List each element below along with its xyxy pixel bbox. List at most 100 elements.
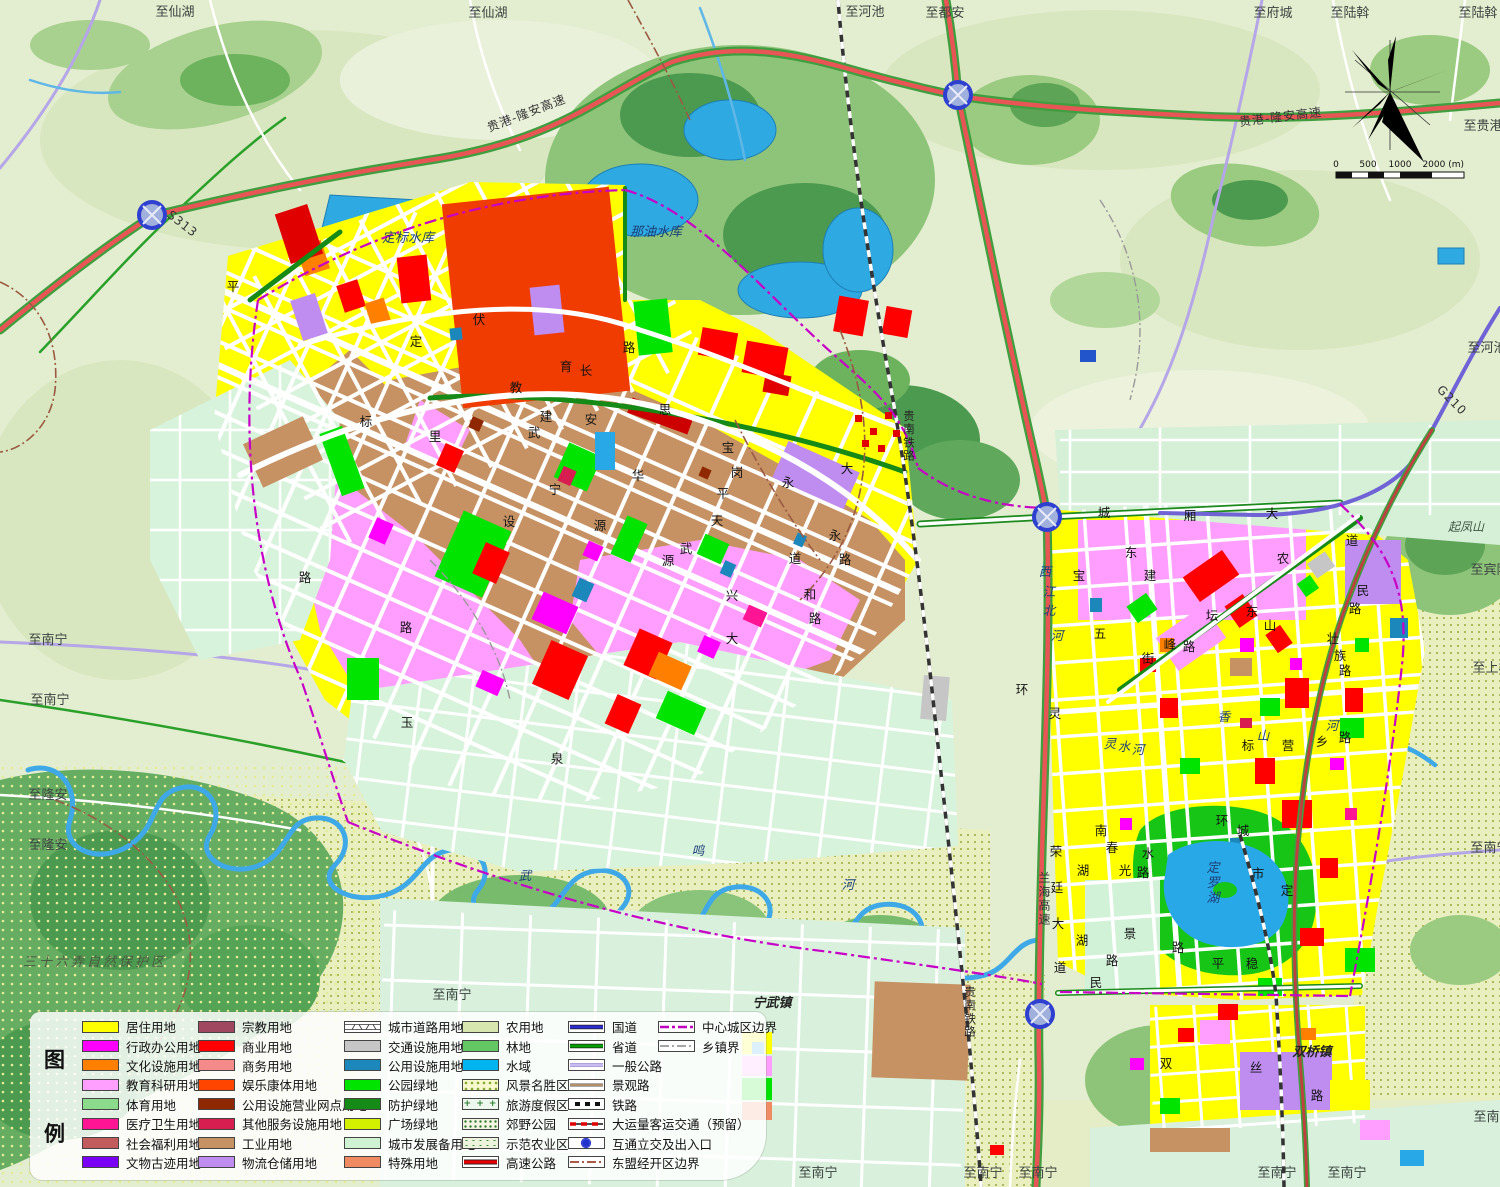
- legend-swatch-fill: [462, 1021, 499, 1033]
- legend-item: 广场绿地: [344, 1114, 476, 1133]
- legend-swatch-pattern: [462, 1118, 499, 1130]
- map-label: 道: [1054, 960, 1067, 975]
- map-label: 平: [227, 279, 240, 294]
- map-label: 路: [1311, 1088, 1324, 1103]
- legend-column: 宗教用地商业用地商务用地娱乐康体用地公用设施营业网点用地其他服务设施用地工业用地…: [198, 1017, 367, 1172]
- land-parcel: [833, 296, 869, 337]
- legend-swatch-fill: [198, 1156, 235, 1168]
- legend-swatch-fill: [344, 1040, 381, 1052]
- legend-item: 公用设施用地: [344, 1056, 476, 1075]
- land-parcel: [1290, 658, 1302, 670]
- legend-swatch-fill: [198, 1118, 235, 1130]
- map-label: 路: [839, 552, 852, 567]
- legend-item-label: 医疗卫生用地: [126, 1114, 201, 1133]
- map-label: 路: [1339, 730, 1352, 745]
- legend-item: 一般公路: [568, 1056, 750, 1075]
- legend-item-label: 娱乐康体用地: [242, 1075, 317, 1094]
- land-parcel: [990, 1145, 1004, 1155]
- land-parcel: [1330, 758, 1344, 770]
- legend-column: 中心城区边界乡镇界: [658, 1017, 777, 1056]
- legend-item-label: 农用地: [506, 1017, 544, 1036]
- map-label: 水: [1142, 846, 1155, 861]
- map-label: 至陆斡: [1330, 5, 1369, 21]
- legend-swatch-line: [568, 1118, 605, 1130]
- legend-item: 其他服务设施用地: [198, 1114, 367, 1133]
- map-label: 路: [1172, 940, 1185, 955]
- map-label: 至河池: [845, 5, 884, 20]
- legend-swatch-fill: [344, 1079, 381, 1091]
- legend-item-label: 其他服务设施用地: [242, 1114, 342, 1133]
- map-label: 源: [662, 553, 675, 568]
- legend-swatch-fill: [462, 1040, 499, 1052]
- scale-tick-label: 0: [1333, 160, 1339, 170]
- map-label: 大: [1266, 506, 1279, 521]
- map-label: 育: [560, 359, 573, 374]
- map-label: 至南宁: [963, 1165, 1002, 1181]
- legend-swatch-fill: [198, 1098, 235, 1110]
- land-parcel: [347, 658, 379, 700]
- land-parcel: [1240, 718, 1252, 728]
- land-parcel: [633, 298, 672, 355]
- legend-item-label: 宗教用地: [242, 1017, 292, 1036]
- map-label: 民: [1357, 583, 1370, 598]
- map-label: 水: [1118, 739, 1131, 754]
- map-label: 标: [1242, 738, 1255, 753]
- legend-item: 中心城区边界: [658, 1017, 777, 1036]
- legend-item: 工业用地: [198, 1133, 367, 1152]
- land-parcel: [1285, 678, 1309, 708]
- map-label: 路: [623, 340, 636, 355]
- map-label: 至都安: [925, 6, 964, 21]
- legend-item-label: 郊野公园: [506, 1114, 556, 1133]
- legend-item: 文化设施用地: [82, 1056, 201, 1075]
- legend-swatch-line: [568, 1156, 605, 1168]
- legend-swatch-line: [568, 1079, 605, 1091]
- legend-item: 林地: [462, 1036, 569, 1055]
- legend-swatch-fill: [82, 1156, 119, 1168]
- scale-tick-label: 1000: [1389, 160, 1412, 170]
- map-label: 定罗湖: [1206, 860, 1221, 906]
- legend-item: 娱乐康体用地: [198, 1075, 367, 1094]
- legend-item: 公园绿地: [344, 1075, 476, 1094]
- legend-swatch-line: [658, 1021, 695, 1033]
- map-label: 至府城: [1253, 6, 1292, 21]
- legend-swatch-fill: [82, 1118, 119, 1130]
- map-label: 武: [519, 868, 533, 883]
- legend-item: 教育科研用地: [82, 1075, 201, 1094]
- legend-item: 宗教用地: [198, 1017, 367, 1036]
- legend-item: 农用地: [462, 1017, 569, 1036]
- map-label: 宁武镇: [752, 995, 793, 1011]
- map-label: 建: [1144, 568, 1157, 583]
- legend-item-label: 广场绿地: [388, 1114, 438, 1133]
- legend-item: 大运量客运交通（预留）: [568, 1114, 750, 1133]
- map-label: 廷: [1051, 880, 1064, 895]
- legend-item-label: 交通设施用地: [388, 1037, 463, 1056]
- map-label: 至仙湖: [155, 5, 194, 20]
- legend-item-label: 国道: [612, 1017, 637, 1036]
- map-label: 道: [1346, 533, 1359, 548]
- legend-swatch-pattern: + + + + +: [462, 1098, 499, 1110]
- map-label: 泉: [551, 751, 564, 766]
- map-label: 至南宁: [1473, 1109, 1500, 1125]
- legend-swatch-pattern: [462, 1137, 499, 1149]
- land-parcel: [1218, 1004, 1238, 1020]
- scale-tick-label: 2000 (m): [1422, 160, 1464, 170]
- legend-item-label: 公用设施用地: [388, 1056, 463, 1075]
- legend-item-label: 体育用地: [126, 1095, 176, 1114]
- legend-item: 社会福利用地: [82, 1133, 201, 1152]
- land-parcel: [1200, 1020, 1230, 1044]
- map-label: 五: [1094, 626, 1107, 641]
- map-label: 鸣: [692, 843, 706, 858]
- map-label: 市: [1252, 866, 1265, 881]
- map-label: 至南宁: [1257, 1165, 1296, 1181]
- map-label: 至河池: [1467, 341, 1500, 356]
- land-parcel: [1240, 638, 1254, 652]
- map-label: 湖: [1076, 933, 1089, 948]
- map-label: 三十六弄自然保护区: [23, 954, 167, 970]
- map-label: 至隆安: [28, 788, 67, 803]
- map-label: 至贵港: [1463, 119, 1500, 134]
- map-label: 设: [503, 514, 516, 529]
- map-label: 双: [1160, 1056, 1173, 1071]
- legend-column: 农用地林地水域风景名胜区+ + + + +旅游度假区郊野公园示范农业区高速公路: [462, 1017, 569, 1172]
- land-parcel: [1320, 858, 1338, 878]
- map-label: 丝: [1250, 1060, 1263, 1075]
